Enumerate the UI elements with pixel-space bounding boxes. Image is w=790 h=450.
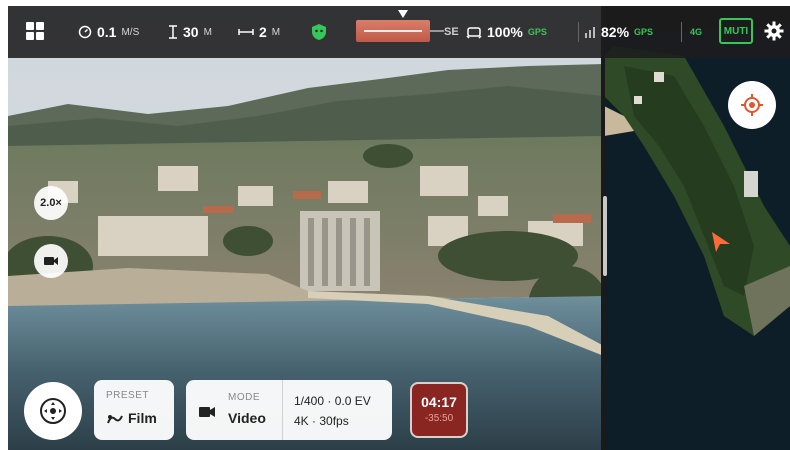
record-button[interactable]: 04:17 -35:50 <box>410 382 468 438</box>
record-remaining: -35:50 <box>424 413 454 424</box>
drone-position-marker <box>712 232 730 252</box>
height-readout: 30 M <box>168 21 212 43</box>
satellite-map <box>604 6 790 450</box>
drone-app: 0.1 M/S 30 M 2 M SE 100% GPS 82% GPS 4G … <box>8 6 790 450</box>
distance-unit: M <box>271 26 281 38</box>
speed-value: 0.1 <box>97 24 117 40</box>
mode-label: MODE <box>228 392 260 403</box>
video-mode-icon <box>199 407 215 417</box>
split-resize-handle[interactable] <box>603 196 607 276</box>
gps-status-2: GPS <box>634 27 654 37</box>
record-time: 04:17 <box>421 394 457 410</box>
speedometer-icon <box>78 25 92 39</box>
grid-icon[interactable] <box>26 22 44 40</box>
status-separator <box>578 22 579 42</box>
speed-unit: M/S <box>121 26 140 38</box>
minimap[interactable] <box>604 6 790 450</box>
mode-settings-panel[interactable]: MODE Video 1/400 · 0.0 EV 4K · 30fps <box>186 380 392 440</box>
speed-readout: 0.1 M/S <box>78 21 139 43</box>
panel-divider <box>282 380 283 440</box>
shield-icon <box>312 24 326 40</box>
shield-status[interactable] <box>311 21 327 43</box>
camera-switch-button[interactable] <box>34 244 68 278</box>
preset-film-icon <box>107 415 123 424</box>
phone-battery-value: 82% <box>601 24 630 40</box>
locate-button[interactable] <box>728 81 776 129</box>
joystick-icon <box>40 398 66 424</box>
network-status: 4G <box>690 27 703 37</box>
mode-value: Video <box>228 410 266 426</box>
resolution-value: 4K · 30fps <box>294 414 349 428</box>
flight-mode-chip[interactable]: MUTI <box>719 18 753 44</box>
video-camera-icon <box>44 257 58 265</box>
drone-battery-value: 100% <box>487 24 523 40</box>
signal-icon <box>585 27 595 38</box>
zoom-button[interactable]: 2.0× <box>34 186 68 220</box>
heading-marker-icon <box>398 10 408 18</box>
height-value: 30 <box>183 24 199 40</box>
drone-battery: 100% GPS <box>466 21 547 43</box>
height-unit: M <box>203 26 212 38</box>
distance-value: 2 <box>259 24 267 40</box>
heading-label: SE <box>444 26 459 38</box>
preset-label: PRESET <box>106 390 150 401</box>
gear-icon[interactable] <box>764 21 784 41</box>
phone-battery: 82% GPS <box>584 21 653 43</box>
gimbal-joystick-button[interactable] <box>24 382 82 440</box>
gps-status: GPS <box>527 27 547 37</box>
distance-readout: 2 M <box>238 21 280 43</box>
preset-selector[interactable]: PRESET Film <box>94 380 174 440</box>
height-icon <box>169 25 177 39</box>
drone-battery-icon <box>466 27 482 39</box>
exposure-value: 1/400 · 0.0 EV <box>294 394 371 408</box>
distance-icon <box>238 29 254 35</box>
target-icon <box>741 94 763 116</box>
heading-scale <box>430 30 444 32</box>
attitude-indicator <box>356 20 430 42</box>
status-bar: 0.1 M/S 30 M 2 M SE 100% GPS 82% GPS 4G … <box>8 6 790 58</box>
status-separator <box>681 22 682 42</box>
preset-value: Film <box>128 410 157 426</box>
